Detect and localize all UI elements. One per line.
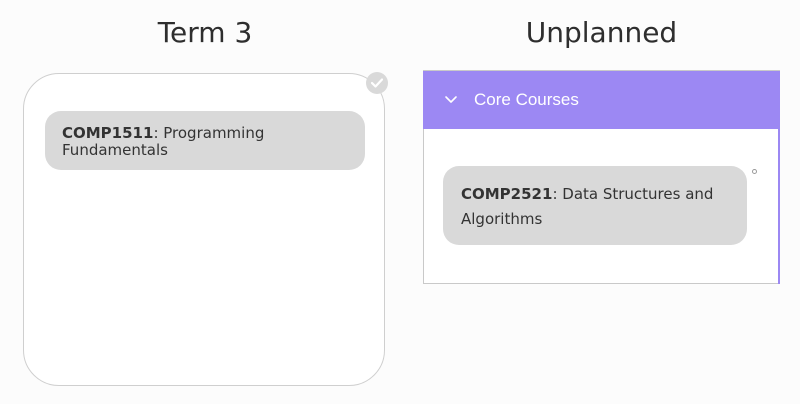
chevron-down-icon [444,93,458,107]
course-card-comp1511[interactable]: COMP1511: Programming Fundamentals [45,111,365,170]
course-card-comp2521[interactable]: COMP2521: Data Structures and Algorithms [443,166,747,245]
accordion-label: Core Courses [474,90,579,109]
unplanned-title: Unplanned [525,16,678,49]
status-dot [752,169,757,174]
check-circle-icon[interactable] [366,72,388,94]
term-title: Term 3 [157,16,253,49]
course-code: COMP2521 [461,185,553,203]
accordion-border [778,129,780,284]
accordion-core-courses[interactable]: Core Courses [423,71,780,129]
course-code: COMP1511 [62,124,154,142]
